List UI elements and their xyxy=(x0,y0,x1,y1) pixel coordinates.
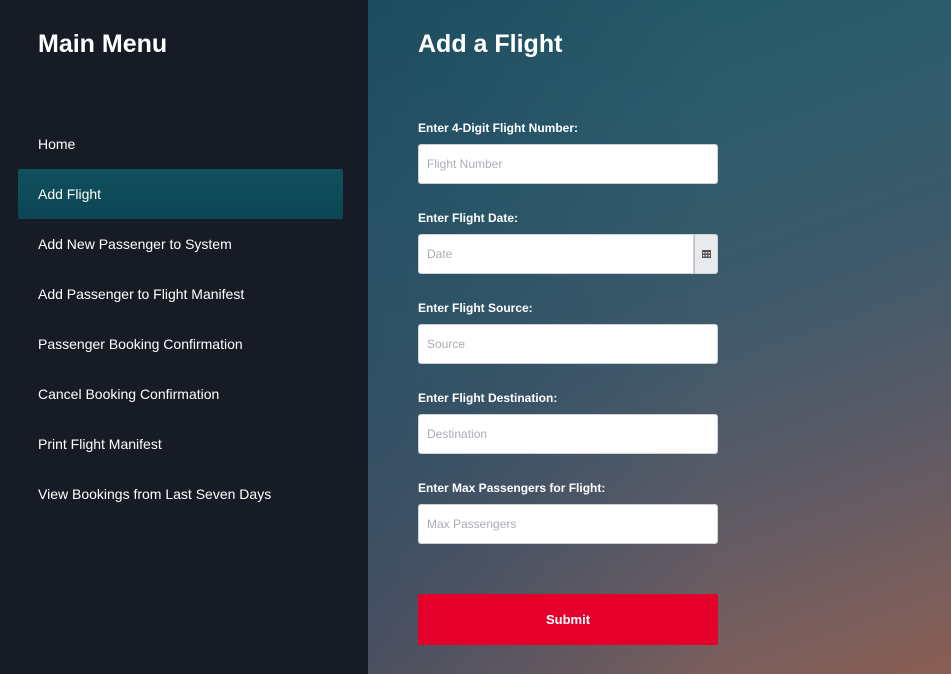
flight-number-field: Enter 4-Digit Flight Number: xyxy=(418,120,718,184)
main-content: Add a Flight Enter 4-Digit Flight Number… xyxy=(368,0,951,674)
add-flight-form: Enter 4-Digit Flight Number: Enter Fligh… xyxy=(418,120,718,645)
flight-date-label: Enter Flight Date: xyxy=(418,211,519,225)
destination-input[interactable] xyxy=(418,414,718,454)
max-passengers-row xyxy=(418,504,718,544)
sidebar-title: Main Menu xyxy=(38,30,168,58)
max-passengers-field: Enter Max Passengers for Flight: xyxy=(418,480,718,544)
max-passengers-input[interactable] xyxy=(418,504,718,544)
menu-item-cancel-booking[interactable]: Cancel Booking Confirmation xyxy=(18,369,343,419)
destination-field: Enter Flight Destination: xyxy=(418,390,718,454)
app-root: Main Menu Home Add Flight Add New Passen… xyxy=(0,0,951,674)
source-label: Enter Flight Source: xyxy=(418,301,533,315)
menu-item-view-bookings[interactable]: View Bookings from Last Seven Days xyxy=(18,469,343,519)
source-field: Enter Flight Source: xyxy=(418,300,718,364)
menu-item-add-passenger-to-manifest[interactable]: Add Passenger to Flight Manifest xyxy=(18,269,343,319)
source-input[interactable] xyxy=(418,324,718,364)
menu-item-booking-confirmation[interactable]: Passenger Booking Confirmation xyxy=(18,319,343,369)
main-menu: Home Add Flight Add New Passenger to Sys… xyxy=(18,119,343,519)
flight-date-row xyxy=(418,234,718,274)
menu-item-add-new-passenger[interactable]: Add New Passenger to System xyxy=(18,219,343,269)
page-title: Add a Flight xyxy=(418,30,563,58)
submit-button[interactable]: Submit xyxy=(418,594,718,645)
flight-number-row xyxy=(418,144,718,184)
flight-number-input[interactable] xyxy=(418,144,718,184)
max-passengers-label: Enter Max Passengers for Flight: xyxy=(418,481,606,495)
sidebar: Main Menu Home Add Flight Add New Passen… xyxy=(0,0,368,674)
destination-label: Enter Flight Destination: xyxy=(418,391,558,405)
flight-date-field: Enter Flight Date: xyxy=(418,210,718,274)
menu-item-home[interactable]: Home xyxy=(18,119,343,169)
calendar-icon xyxy=(701,250,711,258)
menu-item-add-flight[interactable]: Add Flight xyxy=(18,169,343,219)
menu-item-print-manifest[interactable]: Print Flight Manifest xyxy=(18,419,343,469)
calendar-button[interactable] xyxy=(694,234,718,274)
destination-row xyxy=(418,414,718,454)
flight-number-label: Enter 4-Digit Flight Number: xyxy=(418,121,578,135)
source-row xyxy=(418,324,718,364)
flight-date-input[interactable] xyxy=(418,234,694,274)
